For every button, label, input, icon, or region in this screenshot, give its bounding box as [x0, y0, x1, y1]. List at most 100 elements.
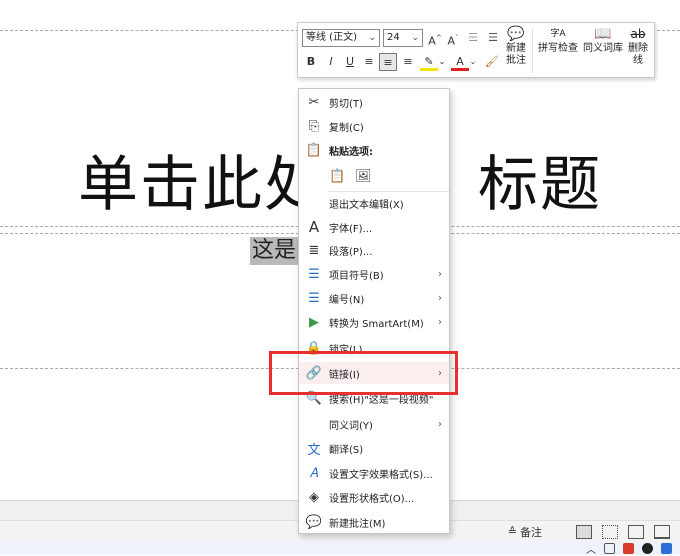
numbered-list-icon: ☰	[308, 290, 320, 306]
format-painter-icon[interactable]: 🖌	[483, 53, 501, 71]
app-tray-icon[interactable]	[604, 543, 615, 554]
increase-font-icon[interactable]: A^	[426, 29, 444, 48]
menu-item-label: 剪切(T)	[329, 98, 363, 110]
menu-item-cut[interactable]: ✂ 剪切(T)	[299, 91, 449, 113]
chevron-down-icon: ⌄	[411, 33, 419, 43]
menu-item-bullets[interactable]: ☰ 项目符号(B) ›	[299, 263, 449, 285]
notes-button[interactable]: ≙ 备注	[508, 524, 542, 540]
menu-item-label: 字体(F)...	[329, 223, 373, 235]
menu-item-text-effects[interactable]: 𝐴 设置文字效果格式(S)...	[299, 462, 449, 484]
clipboard-icon: 📋	[305, 142, 323, 158]
menu-item-label: 项目符号(B)	[329, 270, 384, 282]
menu-item-shape-format[interactable]: ◈ 设置形状格式(O)...	[299, 486, 449, 508]
shape-format-icon: ◈	[309, 489, 319, 505]
align-center-icon[interactable]: ≡	[379, 53, 397, 71]
toolbar-divider	[532, 29, 533, 73]
menu-item-paragraph[interactable]: ≣ 段落(P)...	[299, 239, 449, 261]
chevron-up-icon[interactable]: ︿	[586, 541, 596, 556]
spell-check-icon: 字A	[550, 29, 566, 39]
menu-item-synonyms[interactable]: 同义词(Y) ›	[299, 413, 449, 435]
book-icon: 📖	[594, 26, 612, 42]
bullet-list-icon: ☰	[308, 266, 320, 282]
menu-item-search[interactable]: 🔍 搜索(H)"这是一段视频"	[299, 387, 449, 409]
search-icon: 🔍	[305, 390, 323, 406]
copy-icon: ⎘	[308, 118, 320, 134]
lock-icon: 🔒	[305, 340, 323, 356]
menu-item-label: 段落(P)...	[329, 246, 373, 258]
menu-item-copy[interactable]: ⎘ 复制(C)	[299, 115, 449, 137]
slide-title-left: 单击此处	[78, 150, 326, 220]
mini-toolbar: 等线 (正文) ⌄ 24 ⌄ A^ Aˇ ☰ ☰ B I U ≡ ≡ ≡ ✎ ⌄…	[297, 22, 655, 78]
paste-keep-format-icon[interactable]: 📋	[329, 169, 345, 185]
taskbar: ︿	[0, 541, 680, 556]
font-size-select[interactable]: 24 ⌄	[383, 29, 423, 47]
menu-item-label: 转换为 SmartArt(M)	[329, 318, 424, 330]
slideshow-icon[interactable]	[654, 524, 670, 539]
translate-icon: 文	[307, 442, 321, 458]
notes-icon: ≙	[507, 525, 517, 538]
menu-item-exit-edit[interactable]: 退出文本编辑(X)	[299, 192, 449, 214]
normal-view-icon[interactable]	[576, 524, 592, 539]
strikethrough-button[interactable]: ab 删除线	[626, 27, 650, 67]
menu-item-translate[interactable]: 文 翻译(S)	[299, 437, 449, 459]
decrease-indent-icon[interactable]: ☰	[464, 29, 482, 47]
scissors-icon: ✂	[308, 94, 320, 110]
align-left-icon[interactable]: ≡	[360, 53, 378, 71]
chevron-right-icon: ›	[438, 316, 442, 328]
thesaurus-label: 同义词库	[583, 43, 623, 54]
menu-item-label: 编号(N)	[329, 294, 365, 306]
menu-item-label: 新建批注(M)	[329, 518, 386, 530]
menu-item-link[interactable]: 🔗 链接(I) ›	[299, 362, 449, 384]
smartart-icon: ▶	[309, 314, 319, 330]
new-comment-label: 新建批注	[506, 43, 526, 66]
mail-tray-icon[interactable]	[623, 543, 634, 554]
security-tray-icon[interactable]	[661, 543, 672, 554]
context-menu: ✂ 剪切(T) ⎘ 复制(C) 📋 粘贴选项: 📋 🖼 退出文本编辑(X) A …	[298, 88, 450, 534]
font-icon: A	[308, 218, 320, 236]
menu-item-smartart[interactable]: ▶ 转换为 SmartArt(M) ›	[299, 311, 449, 333]
menu-item-numbering[interactable]: ☰ 编号(N) ›	[299, 287, 449, 309]
link-icon: 🔗	[305, 365, 323, 381]
chevron-right-icon: ›	[438, 292, 442, 304]
chevron-down-icon[interactable]: ⌄	[468, 53, 478, 71]
menu-item-label: 同义词(Y)	[329, 420, 373, 432]
align-right-icon[interactable]: ≡	[399, 53, 417, 71]
menu-item-font[interactable]: A 字体(F)...	[299, 216, 449, 238]
bold-icon[interactable]: B	[302, 53, 320, 71]
slide-subtitle-selection[interactable]: 这是	[250, 237, 299, 265]
font-name-select[interactable]: 等线 (正文) ⌄	[302, 29, 380, 47]
thesaurus-button[interactable]: 📖 同义词库	[582, 27, 624, 55]
font-color-icon[interactable]: A	[451, 53, 469, 71]
spell-check-button[interactable]: 字A 拼写检查	[536, 27, 580, 55]
underline-icon[interactable]: U	[341, 53, 359, 71]
chevron-down-icon[interactable]: ⌄	[437, 53, 447, 71]
highlight-icon[interactable]: ✎	[420, 53, 438, 71]
chevron-down-icon: ⌄	[368, 33, 376, 43]
chevron-right-icon: ›	[438, 418, 442, 430]
menu-item-label: 设置形状格式(O)...	[329, 493, 415, 505]
comment-icon: 💬	[305, 514, 323, 530]
paste-picture-icon[interactable]: 🖼	[355, 169, 372, 185]
penguin-tray-icon[interactable]	[642, 543, 653, 554]
spell-check-label: 拼写检查	[538, 43, 578, 54]
decrease-font-icon[interactable]: Aˇ	[444, 29, 462, 48]
menu-item-label: 翻译(S)	[329, 444, 364, 456]
menu-item-lock[interactable]: 🔒 锁定(L)	[299, 337, 449, 359]
menu-item-label: 锁定(L)	[329, 344, 363, 356]
chevron-right-icon: ›	[438, 367, 442, 379]
new-comment-button[interactable]: 💬 新建批注	[504, 27, 528, 67]
slide-sorter-icon[interactable]	[602, 524, 618, 539]
font-name-value: 等线 (正文)	[306, 32, 357, 43]
menu-item-label: 复制(C)	[329, 122, 364, 134]
italic-icon[interactable]: I	[322, 53, 340, 71]
slide-title-right: 标题	[478, 150, 602, 220]
increase-indent-icon[interactable]: ☰	[484, 29, 502, 47]
reading-view-icon[interactable]	[628, 524, 644, 539]
paragraph-icon: ≣	[308, 242, 320, 258]
menu-item-label: 退出文本编辑(X)	[329, 199, 404, 211]
menu-item-new-comment[interactable]: 💬 新建批注(M)	[299, 511, 449, 533]
notes-label: 备注	[520, 525, 542, 539]
menu-item-paste-options: 📋 粘贴选项:	[299, 139, 449, 161]
text-effects-icon: 𝐴	[309, 465, 319, 481]
menu-item-label: 链接(I)	[329, 369, 360, 381]
